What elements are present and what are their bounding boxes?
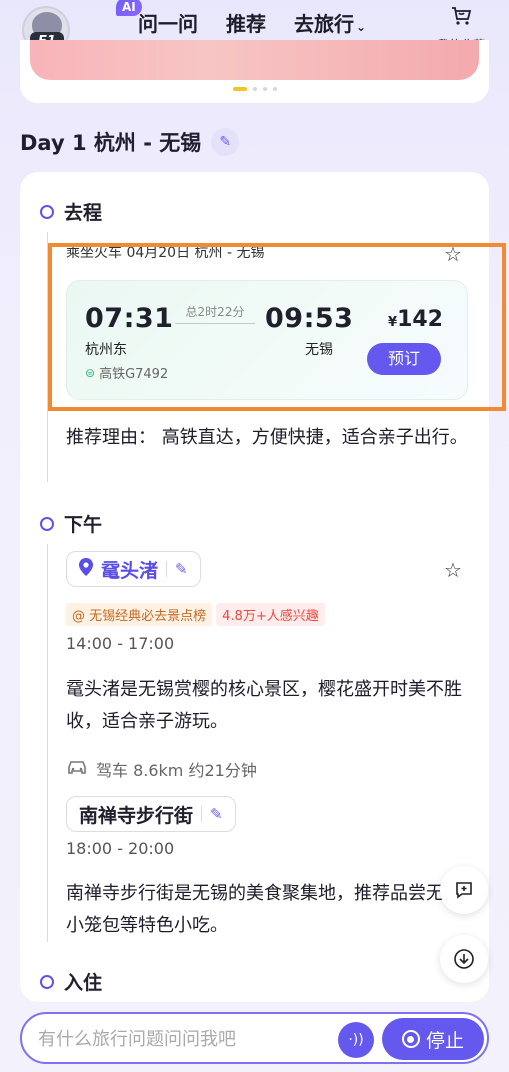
- recommend-reason: 推荐理由： 高铁直达，方便快捷，适合亲子出行。: [66, 427, 468, 448]
- day-title-text: Day 1 杭州 - 无锡: [20, 131, 202, 155]
- ai-badge: AI: [116, 0, 142, 16]
- stop-label: 停止: [425, 1029, 464, 1052]
- poi-time: 14:00 - 17:00: [66, 634, 175, 653]
- poi-description: 鼋头渚是无锡赏樱的核心景区，樱花盛开时美不胜收，适合亲子游玩。: [66, 679, 462, 732]
- poi-chip-yuantouzhu[interactable]: 鼋头渚 ✎: [66, 551, 201, 587]
- drive-text: 驾车 8.6km 约21分钟: [96, 761, 257, 780]
- chat-input[interactable]: [38, 1026, 328, 1052]
- add-note-button[interactable]: [440, 866, 488, 914]
- section-checkin-label: 入住: [64, 972, 103, 994]
- section-afternoon: 下午: [40, 510, 102, 537]
- carousel-dot-active: [232, 87, 247, 91]
- edit-pencil-icon[interactable]: ✎: [211, 128, 240, 156]
- highlight-box: [48, 243, 506, 411]
- carousel-indicator: [20, 87, 489, 91]
- tab-ask[interactable]: AI 问一问: [116, 0, 198, 50]
- carousel-dot: [272, 87, 277, 91]
- location-pin-icon: [79, 558, 93, 580]
- carousel-dot: [252, 87, 257, 91]
- poi-description: 南禅寺步行街是无锡的美食聚集地，推荐品尝无锡小笼包等特色小吃。: [66, 883, 462, 936]
- poi-tags: @ 无锡经典必去景点榜 4.8万+人感兴趣: [66, 603, 325, 626]
- poi-chip-nanchansi[interactable]: 南禅寺步行街 ✎: [66, 796, 236, 832]
- star-icon[interactable]: ☆: [444, 558, 462, 582]
- chat-input-bar: ·)) 停止: [20, 1012, 489, 1064]
- image-carousel[interactable]: [20, 40, 489, 103]
- tab-travel[interactable]: 去旅行 ⌄: [294, 10, 366, 41]
- timeline-dot-icon: [40, 516, 54, 531]
- scroll-down-button[interactable]: [440, 935, 488, 983]
- section-afternoon-label: 下午: [64, 514, 103, 536]
- tab-recommend-label: 推荐: [226, 12, 266, 36]
- arrow-down-circle-icon: [454, 949, 474, 969]
- tab-ask-label: 问一问: [138, 12, 198, 36]
- shopping-cart-icon: [431, 4, 491, 36]
- carousel-image: [30, 40, 479, 80]
- ranking-tag-text: 无锡经典必去景点榜: [89, 609, 207, 624]
- edit-pencil-icon[interactable]: ✎: [210, 805, 223, 823]
- add-chat-icon: [456, 882, 472, 899]
- chevron-down-icon: ⌄: [356, 20, 367, 34]
- ranking-tag: @ 无锡经典必去景点榜: [66, 603, 213, 626]
- poi-time: 18:00 - 20:00: [66, 839, 175, 858]
- voice-wave-icon: ·)): [348, 1032, 364, 1048]
- chip-divider: [201, 806, 203, 822]
- tab-travel-label: 去旅行: [294, 12, 354, 36]
- timeline-dot-icon: [40, 974, 54, 989]
- day-title: Day 1 杭州 - 无锡 ✎: [20, 127, 240, 157]
- section-outbound-label: 去程: [64, 202, 103, 224]
- edit-pencil-icon[interactable]: ✎: [175, 560, 188, 578]
- section-outbound: 去程: [40, 198, 102, 225]
- chip-divider: [166, 561, 168, 577]
- nav-tabs: AI 问一问 推荐 去旅行 ⌄: [116, 0, 366, 50]
- carousel-dot: [262, 87, 267, 91]
- timeline-line: [47, 544, 48, 942]
- tab-recommend[interactable]: 推荐: [226, 10, 266, 38]
- interest-tag: 4.8万+人感兴趣: [216, 603, 325, 626]
- car-icon: [66, 759, 88, 779]
- voice-button[interactable]: ·)): [338, 1022, 374, 1058]
- timeline-dot-icon: [40, 204, 54, 219]
- poi-name: 鼋头渚: [101, 559, 159, 582]
- stop-button[interactable]: 停止: [382, 1018, 484, 1060]
- drive-info: 驾车 8.6km 约21分钟: [66, 757, 257, 781]
- poi-name: 南禅寺步行街: [79, 804, 194, 827]
- stop-icon: [401, 1030, 420, 1048]
- section-checkin: 入住: [40, 968, 102, 995]
